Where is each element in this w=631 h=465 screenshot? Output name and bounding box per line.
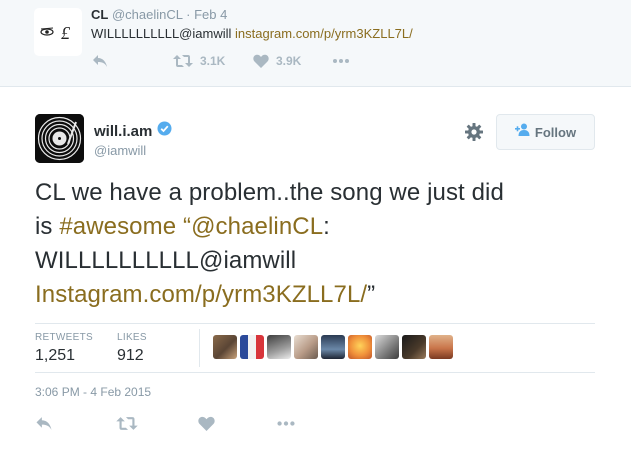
likes-stat[interactable]: LIKES 912 [117, 332, 147, 365]
more-icon[interactable] [332, 54, 350, 68]
tweet-text-line-4: Instagram.com/p/yrm3KZLL7L/” [35, 278, 605, 312]
parent-retweet-count: 3.1K [200, 54, 226, 68]
hashtag-link[interactable]: #awesome [59, 213, 176, 240]
tweet-text: CL we have a problem..the song we just d… [35, 176, 605, 312]
tweet-text-is: is [35, 213, 60, 240]
tweet-text-line-2: is #awesome “@chaelinCL: [35, 210, 605, 244]
retweets-stat[interactable]: RETWEETS 1,251 [35, 332, 93, 365]
parent-tweet-header: CL @chaelinCL · Feb 4 [91, 7, 227, 22]
liker-avatar[interactable] [213, 335, 237, 359]
will-i-am-avatar[interactable] [35, 114, 84, 163]
author-name-row: will.i.am [94, 121, 172, 141]
retweet-icon [173, 55, 193, 67]
separator-dot: · [186, 7, 191, 22]
instagram-link[interactable]: Instagram.com/p/yrm3KZLL7L/ [35, 281, 367, 308]
parent-author-handle[interactable]: @chaelinCL [112, 7, 183, 22]
retweet-icon[interactable] [116, 416, 138, 436]
liker-avatars [213, 335, 453, 359]
tweet-timestamp[interactable]: 3:06 PM - 4 Feb 2015 [35, 385, 151, 399]
liker-avatar[interactable] [267, 335, 291, 359]
liker-avatar[interactable] [240, 335, 264, 359]
quote-open: “ [176, 213, 192, 240]
author-name[interactable]: will.i.am [94, 123, 152, 140]
tweet-text-colon: : [323, 213, 330, 240]
retweets-count: 1,251 [35, 347, 76, 364]
likes-count: 912 [117, 347, 144, 364]
parent-tweet-text-body: WILLLLLLLLLL@iamwill [91, 26, 232, 41]
retweets-label: RETWEETS [35, 332, 93, 343]
quote-close: ” [367, 281, 376, 308]
liker-avatar[interactable] [294, 335, 318, 359]
liker-avatar[interactable] [321, 335, 345, 359]
follow-button[interactable]: Follow [496, 114, 595, 150]
more-icon[interactable] [276, 416, 296, 436]
liker-avatar[interactable] [429, 335, 453, 359]
reply-icon[interactable] [35, 416, 53, 436]
liker-avatar[interactable] [402, 335, 426, 359]
parent-instagram-link[interactable]: instagram.com/p/yrm3KZLL7L/ [235, 26, 413, 41]
follow-user-icon [514, 123, 531, 141]
parent-tweet-date[interactable]: Feb 4 [194, 7, 227, 22]
heart-icon[interactable] [198, 416, 215, 436]
reply-icon[interactable] [92, 54, 108, 68]
parent-like-action[interactable]: 3.9K [253, 54, 301, 68]
svg-text:£: £ [61, 23, 71, 43]
stats-divider [199, 329, 200, 367]
author-handle[interactable]: @iamwill [94, 143, 146, 158]
parent-tweet[interactable]: £ CL @chaelinCL · Feb 4 WILLLLLLLLLL@iam… [0, 0, 631, 87]
parent-retweet-action[interactable]: 3.1K [173, 54, 225, 68]
tweet-text-line-1: CL we have a problem..the song we just d… [35, 179, 504, 206]
gear-icon[interactable] [464, 122, 484, 147]
follow-button-label: Follow [534, 124, 577, 140]
verified-icon [157, 121, 172, 141]
mention-link[interactable]: @chaelinCL [191, 213, 323, 240]
parent-like-count: 3.9K [276, 54, 302, 68]
tweet-stats: RETWEETS 1,251 LIKES 912 [35, 323, 595, 373]
heart-icon [253, 54, 269, 68]
cl-avatar[interactable]: £ [34, 8, 82, 56]
parent-tweet-text: WILLLLLLLLLL@iamwill instagram.com/p/yrm… [91, 26, 413, 41]
parent-author-name[interactable]: CL [91, 7, 108, 22]
tweet-text-line-3: WILLLLLLLLLL@iamwill [35, 247, 297, 274]
liker-avatar[interactable] [348, 335, 372, 359]
liker-avatar[interactable] [375, 335, 399, 359]
likes-label: LIKES [117, 332, 147, 343]
